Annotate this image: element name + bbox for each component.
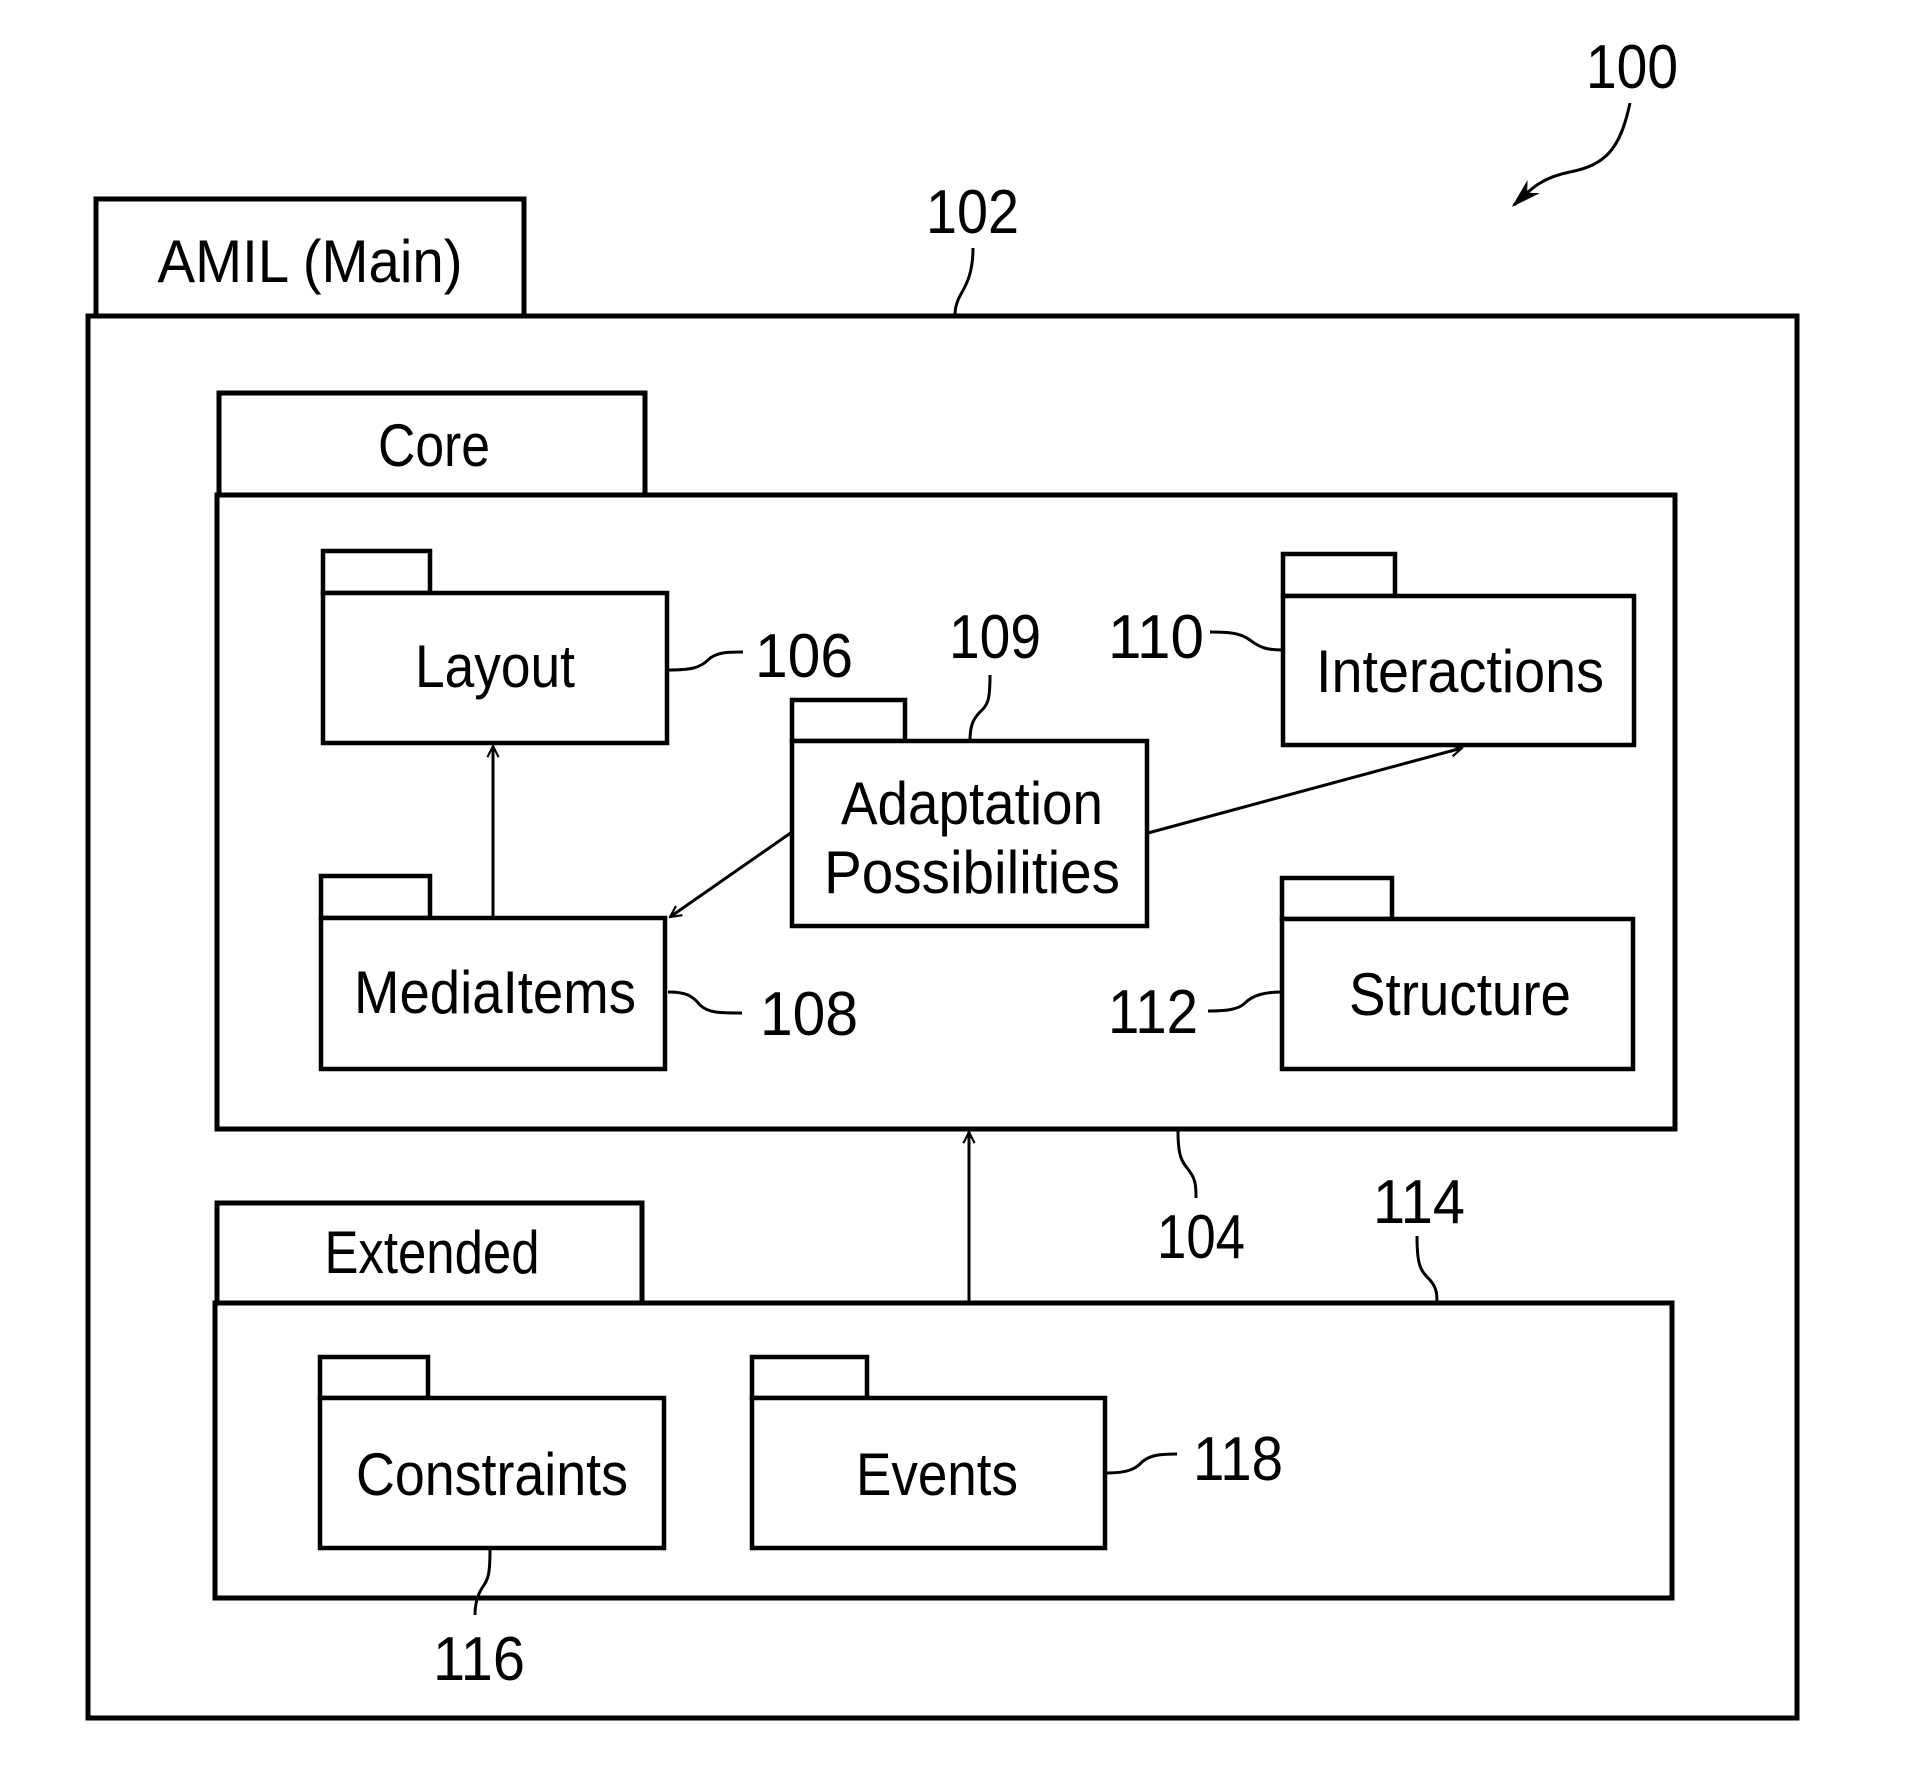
structure-package-tab — [1279, 875, 1395, 922]
core-package-ref: 104 — [1157, 1203, 1245, 1272]
adaptation-package-title-line1: Adaptation — [841, 770, 1103, 837]
layout-package-title: Layout — [415, 633, 575, 700]
layout-package-tab — [320, 548, 433, 596]
interactions-package-tab — [1280, 551, 1398, 599]
adaptation-package-title-line2: Possibilities — [824, 839, 1120, 906]
constraints-package-ref: 116 — [433, 1625, 525, 1694]
events-package-title: Events — [856, 1441, 1018, 1508]
adaptation-package-tab — [789, 697, 908, 744]
mediaitems-package-tab — [318, 873, 433, 921]
structure-package-ref: 112 — [1108, 978, 1198, 1047]
events-package-ref: 118 — [1193, 1425, 1283, 1494]
events-package-tab — [749, 1354, 870, 1401]
interactions-package-ref: 110 — [1108, 603, 1204, 672]
constraints-package-tab — [317, 1354, 431, 1401]
constraints-package-title: Constraints — [356, 1441, 628, 1508]
mediaitems-package-title: MediaItems — [354, 959, 636, 1026]
mediaitems-package-ref: 108 — [760, 980, 858, 1049]
core-package-title: Core — [378, 412, 490, 479]
main-package-ref-leader — [953, 247, 975, 319]
interactions-package-title: Interactions — [1316, 638, 1604, 705]
extended-package-ref: 114 — [1373, 1168, 1465, 1237]
figure-ref-arrow — [1511, 102, 1632, 208]
main-package-title: AMIL (Main) — [158, 228, 463, 295]
layout-package-ref: 106 — [755, 622, 853, 691]
adaptation-package-ref: 109 — [949, 603, 1041, 672]
main-package-ref: 102 — [926, 178, 1019, 247]
extended-package-title: Extended — [325, 1219, 540, 1286]
figure-ref-label: 100 — [1586, 33, 1678, 102]
structure-package-title: Structure — [1349, 961, 1571, 1028]
uml-package-diagram: 100 AMIL (Main) 102 Core 104 Layout 106 … — [85, 33, 1800, 1721]
figure-ref-100: 100 — [1511, 33, 1678, 208]
